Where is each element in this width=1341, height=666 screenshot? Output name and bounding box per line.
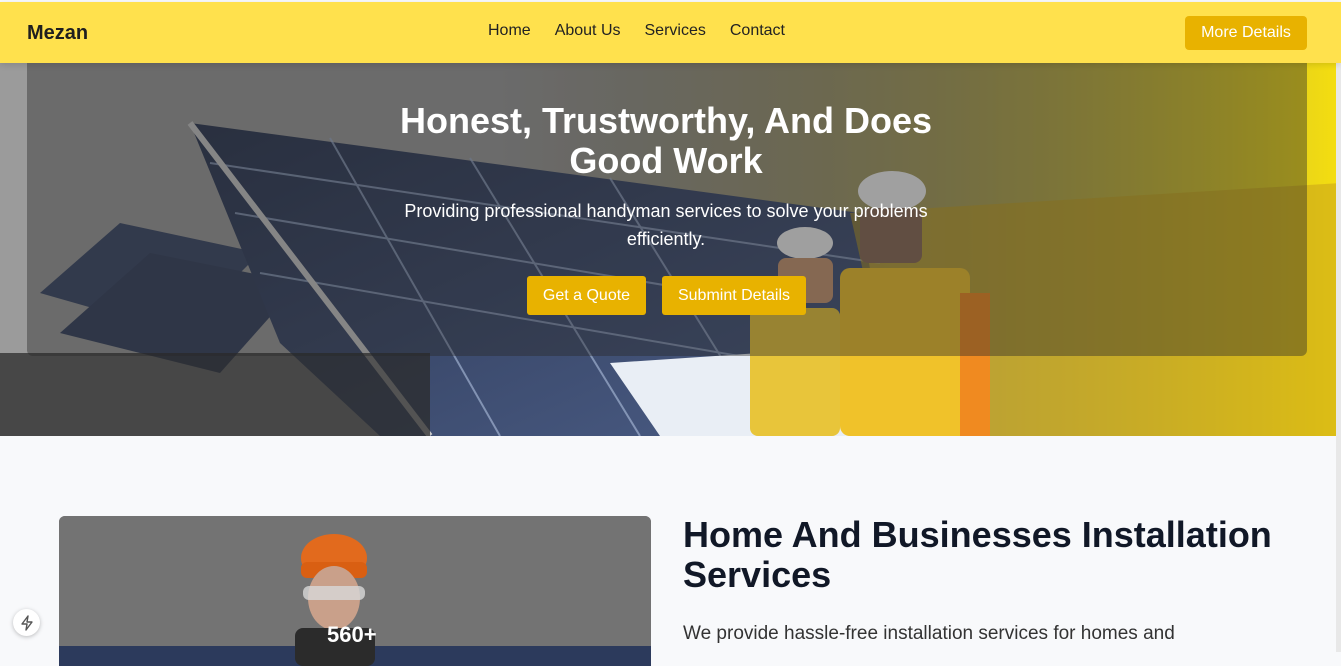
nav-link-home[interactable]: Home (488, 22, 531, 40)
nav-links: Home About Us Services Contact (488, 22, 785, 40)
brand-logo[interactable]: Mezan (27, 22, 88, 45)
nav-link-services[interactable]: Services (645, 22, 706, 40)
get-quote-button[interactable]: Get a Quote (527, 276, 646, 315)
nav-link-about[interactable]: About Us (555, 22, 621, 40)
submit-details-button[interactable]: Submint Details (662, 276, 806, 315)
section-title: Home And Businesses Installation Service… (683, 514, 1272, 595)
more-details-button[interactable]: More Details (1185, 16, 1307, 50)
hero-subtitle: Providing professional handyman services… (404, 201, 928, 249)
hero-section: Honest, Trustworthy, And Does Good Work … (0, 63, 1341, 436)
page-scrollbar[interactable] (1336, 63, 1341, 652)
about-image-card: 560+ (59, 516, 651, 666)
bolt-icon (20, 614, 33, 631)
bolt-badge[interactable] (13, 609, 40, 636)
stat-number: 560+ (327, 622, 377, 647)
section-text: We provide hassle-free installation serv… (683, 623, 1175, 644)
hero-title: Honest, Trustworthy, And Does Good Work (399, 100, 933, 181)
top-navbar: Mezan Home About Us Services Contact Mor… (0, 2, 1341, 63)
nav-link-contact[interactable]: Contact (730, 22, 785, 40)
